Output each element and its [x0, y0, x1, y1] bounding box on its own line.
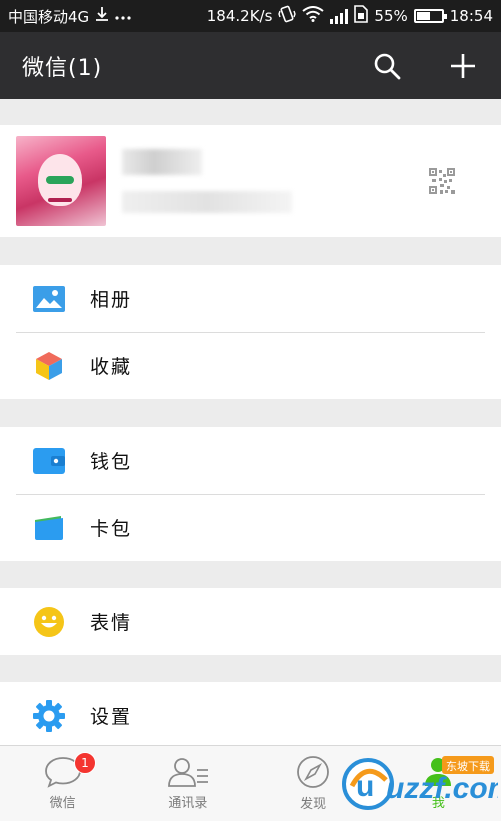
favorites-cube-icon — [32, 349, 66, 383]
me-icon — [425, 758, 452, 786]
wifi-icon — [302, 6, 325, 26]
menu-item-label: 卡包 — [90, 518, 133, 540]
smiley-icon — [32, 605, 66, 639]
qr-code-icon[interactable] — [429, 168, 455, 194]
vibrate-icon — [278, 5, 297, 27]
menu-item-label: 收藏 — [90, 356, 133, 378]
menu-group-2: 钱包 卡包 — [0, 427, 501, 561]
search-icon — [374, 53, 401, 79]
search-button[interactable] — [371, 50, 403, 82]
profile-name-blurred — [122, 149, 202, 175]
menu-item-label: 表情 — [90, 612, 133, 634]
contacts-icon — [167, 758, 208, 787]
menu-item-stickers[interactable]: 表情 — [0, 588, 501, 655]
battery-icon — [413, 9, 447, 23]
plus-icon — [451, 53, 475, 78]
wallet-icon — [32, 444, 66, 478]
avatar[interactable] — [16, 136, 106, 226]
sim-icon — [354, 5, 369, 27]
compass-icon — [297, 756, 330, 788]
menu-group-1: 相册 收藏 — [0, 265, 501, 399]
menu-group-3: 表情 — [0, 588, 501, 655]
add-button[interactable] — [447, 50, 479, 82]
title-bar: 微信(1) — [0, 32, 501, 99]
tab-label: 我 — [431, 796, 445, 811]
clock: 18:54 — [449, 7, 493, 25]
menu-item-label: 钱包 — [90, 451, 133, 473]
more-dots-icon — [115, 7, 131, 25]
unread-badge: 1 — [74, 752, 96, 774]
tab-label: 微信 — [49, 796, 76, 811]
tab-chats[interactable]: 1 微信 — [0, 746, 125, 821]
tab-me[interactable]: 我 — [376, 746, 501, 821]
menu-item-wallet[interactable]: 钱包 — [0, 427, 501, 494]
tab-bar: 1 微信 通讯录 发现 我 — [0, 745, 501, 821]
tab-label: 通讯录 — [168, 796, 208, 811]
album-icon — [32, 282, 66, 316]
menu-item-album[interactable]: 相册 — [0, 265, 501, 332]
profile-card[interactable] — [0, 125, 501, 237]
tab-contacts[interactable]: 通讯录 — [125, 746, 250, 821]
carrier-name: 中国移动4G — [8, 7, 90, 26]
menu-item-label: 相册 — [90, 289, 133, 311]
menu-item-favorites[interactable]: 收藏 — [0, 332, 501, 399]
tab-label: 发现 — [300, 797, 327, 812]
download-icon — [95, 6, 109, 26]
net-speed: 184.2K/s — [206, 7, 273, 25]
page-title: 微信(1) — [22, 55, 103, 81]
tab-discover[interactable]: 发现 — [251, 746, 376, 821]
menu-item-label: 设置 — [90, 706, 133, 728]
card-pack-icon — [32, 511, 66, 545]
battery-percent: 55% — [374, 7, 408, 25]
profile-id-blurred — [122, 191, 292, 213]
settings-gear-icon — [32, 699, 66, 733]
menu-item-card-pack[interactable]: 卡包 — [0, 494, 501, 561]
menu-group-4: 设置 — [0, 682, 501, 749]
signal-icon — [330, 8, 349, 24]
menu-item-settings[interactable]: 设置 — [0, 682, 501, 749]
status-bar: 中国移动4G 184.2K/s 55% 18:54 — [0, 0, 501, 32]
